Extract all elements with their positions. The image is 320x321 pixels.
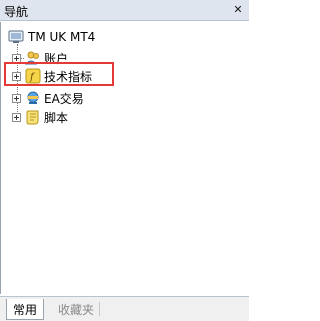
bottom-tab-bar: 常用 收藏夹 — [0, 296, 249, 321]
expand-icon[interactable] — [12, 112, 21, 122]
tree-item-label: EA交易 — [44, 91, 84, 106]
tree-root-item[interactable]: TM UK MT4 — [8, 28, 95, 46]
tree-root-label: TM UK MT4 — [28, 30, 96, 44]
tree-item-expert-advisors[interactable]: EA交易 — [12, 89, 84, 107]
script-icon — [25, 109, 41, 125]
panel-titlebar: 导航 ✕ — [0, 0, 249, 21]
tab-common[interactable]: 常用 — [6, 299, 45, 320]
tree-item-scripts[interactable]: 脚本 — [12, 108, 68, 126]
tab-label: 常用 — [13, 302, 38, 317]
tab-favorites[interactable]: 收藏夹 — [52, 299, 100, 319]
tree-item-label: 脚本 — [44, 110, 69, 125]
expert-advisor-icon — [25, 90, 41, 106]
navigator-panel: 导航 ✕ TM UK MT4 账户 f 技术指标 EA交易 脚本 常用 收藏夹 — [0, 0, 250, 321]
panel-title: 导航 — [4, 5, 29, 19]
close-icon[interactable]: ✕ — [231, 3, 245, 17]
expand-icon[interactable] — [12, 93, 21, 103]
terminal-icon — [8, 29, 24, 45]
tab-label: 收藏夹 — [58, 302, 95, 317]
highlight-box — [4, 62, 114, 86]
